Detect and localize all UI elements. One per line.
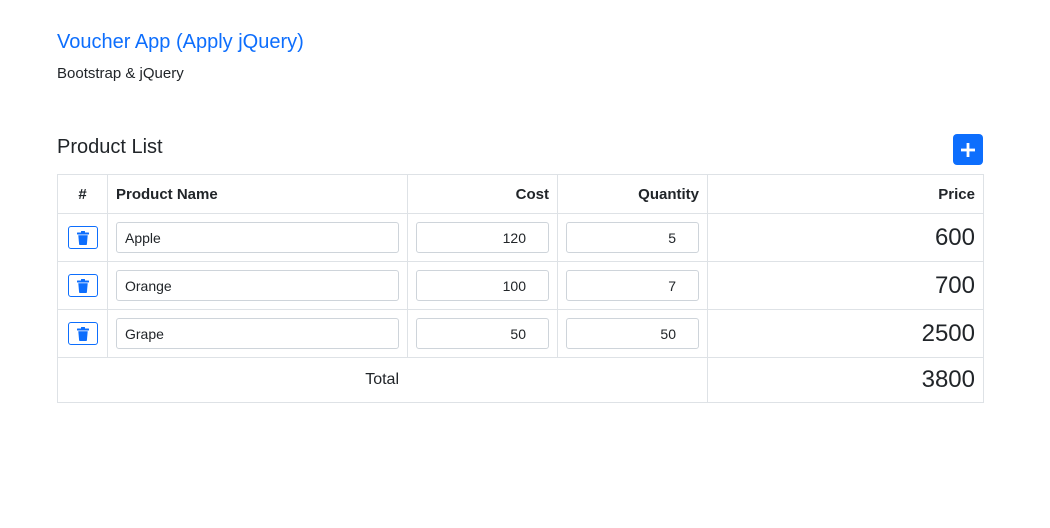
column-header-number: #: [57, 174, 108, 214]
table-row: 600: [57, 213, 984, 262]
column-header-product-name: Product Name: [107, 174, 408, 214]
column-header-cost: Cost: [407, 174, 558, 214]
total-row: Total 3800: [57, 357, 984, 403]
product-table: # Product Name Cost Quantity Price Apple…: [57, 174, 984, 403]
table-row: 700: [57, 261, 984, 310]
product-name-input[interactable]: [116, 270, 399, 301]
cost-input[interactable]: [416, 318, 549, 349]
app-title: Voucher App (Apply jQuery): [57, 31, 304, 53]
delete-row-button[interactable]: [67, 274, 98, 297]
table-header-row: # Product Name Cost Quantity Price: [57, 174, 984, 214]
quantity-input[interactable]: [566, 222, 699, 253]
product-name-input[interactable]: [116, 222, 399, 253]
trash-icon: [76, 326, 89, 341]
product-name-input[interactable]: [116, 318, 399, 349]
price-value: 600: [707, 213, 984, 262]
delete-row-button[interactable]: [67, 322, 98, 345]
product-list-title: Product List: [57, 136, 163, 158]
app-subtitle: Bootstrap & jQuery: [57, 65, 184, 82]
column-header-price: Price: [707, 174, 984, 214]
trash-icon: [76, 230, 89, 245]
price-value: 700: [707, 261, 984, 310]
table-row: 2500: [57, 309, 984, 358]
total-value: 3800: [707, 357, 984, 403]
column-header-quantity: Quantity: [557, 174, 708, 214]
quantity-input[interactable]: [566, 270, 699, 301]
price-value: 2500: [707, 309, 984, 358]
cost-input[interactable]: [416, 222, 549, 253]
trash-icon: [76, 278, 89, 293]
total-label: Total: [57, 357, 708, 403]
plus-icon: [961, 142, 975, 157]
delete-row-button[interactable]: [67, 226, 98, 249]
quantity-input[interactable]: [566, 318, 699, 349]
cost-input[interactable]: [416, 270, 549, 301]
add-product-button[interactable]: [953, 134, 983, 165]
